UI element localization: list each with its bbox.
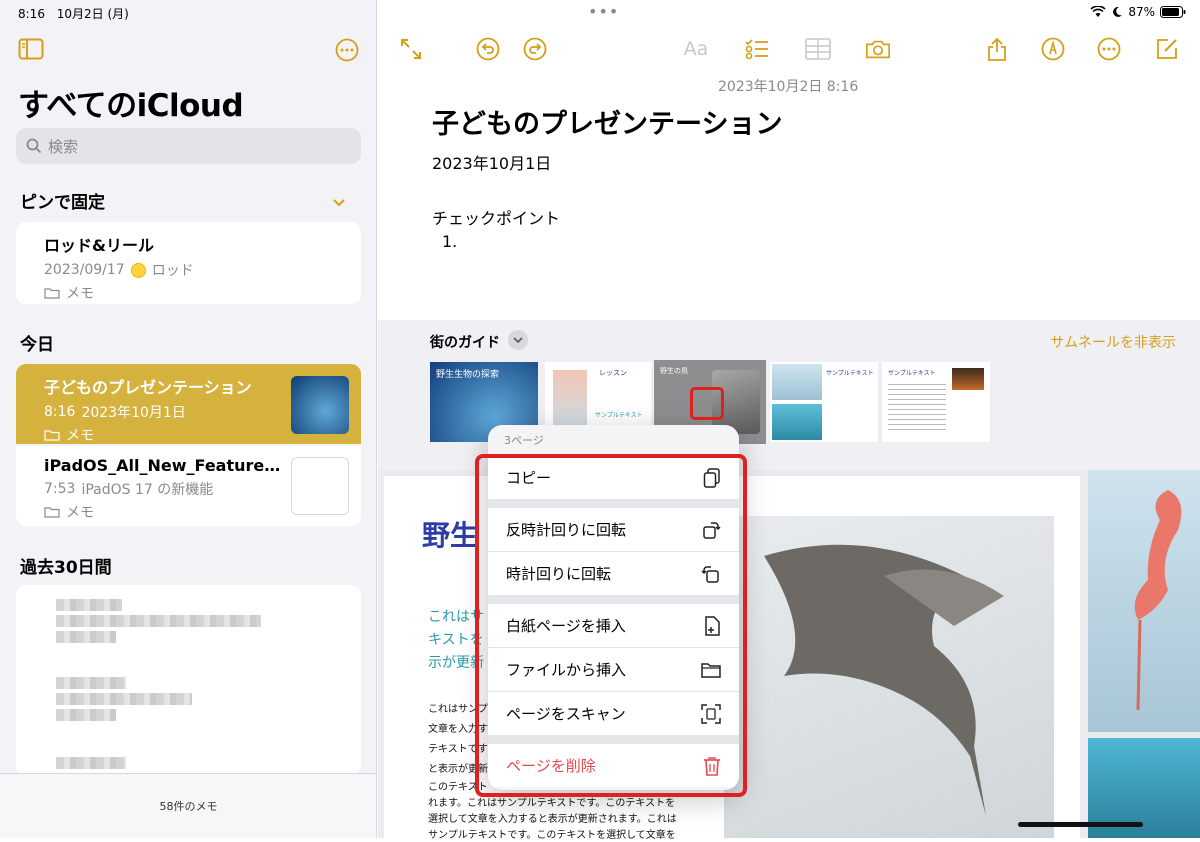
camera-icon[interactable] — [865, 36, 891, 62]
note-count: 58件のメモ — [159, 800, 218, 813]
note-thumbnail — [291, 376, 349, 434]
pinned-section-heading: ピンで固定 — [20, 193, 105, 213]
note-meta: 7:53 iPadOS 17 の新機能 — [44, 479, 333, 499]
note-count-footer: 58件のメモ — [0, 773, 376, 838]
pdf-page-thumb-4[interactable]: サンプルテキスト — [770, 362, 878, 442]
sidebar-toggle-icon[interactable] — [18, 38, 44, 60]
table-icon[interactable] — [805, 36, 831, 62]
search-icon — [26, 138, 42, 154]
note-body-date[interactable]: 2023年10月1日 — [432, 150, 551, 174]
search-placeholder: 検索 — [48, 137, 79, 156]
folder-name: メモ — [66, 286, 94, 302]
note-meta: 2023/09/17 ロッド — [44, 260, 333, 280]
note-preview: iPadOS 17 の新機能 — [81, 482, 214, 498]
pelican-image — [724, 516, 1054, 838]
note-folder: メモ — [44, 502, 333, 522]
battery-percent: 87% — [1128, 5, 1155, 19]
thumb-title: サンプルテキスト — [888, 370, 936, 377]
note-title: iPadOS_All_New_Features... — [44, 456, 284, 475]
tag-dot-icon — [130, 262, 146, 278]
note-row-pinned[interactable]: ロッド&リール 2023/09/17 ロッド メモ — [16, 222, 361, 304]
note-title: ロッド&リール — [44, 236, 154, 255]
search-field[interactable]: 検索 — [16, 128, 361, 164]
status-bar-left: 8:16 10月2日 (月) — [18, 5, 137, 22]
note-body-checkpoint[interactable]: チェックポイント — [432, 205, 560, 229]
thumb-title: レッスン — [599, 369, 627, 377]
doc-text-line: 選択して文章を入力すると表示が更新されます。これは — [428, 814, 677, 825]
moon-icon — [1113, 6, 1123, 17]
hide-thumbnails-button[interactable]: サムネールを非表示 — [1050, 332, 1176, 352]
folder-icon — [44, 430, 60, 441]
note-date: 2023/09/17 — [44, 262, 125, 278]
note-tag: ロッド — [151, 263, 194, 279]
folder-name: メモ — [66, 428, 94, 444]
undo-icon[interactable] — [475, 36, 501, 62]
text-format-icon[interactable]: Aa — [683, 36, 709, 62]
blurred-note — [56, 599, 261, 647]
chevron-down-icon[interactable] — [332, 194, 346, 213]
blurred-note — [56, 757, 126, 773]
more-options-icon[interactable] — [335, 38, 359, 62]
wifi-icon — [1090, 6, 1106, 17]
menu-header: 3ページ — [504, 434, 544, 447]
past30-section-heading: 過去30日間 — [20, 558, 112, 578]
doc-text-line: サンプルテキストです。このテキストを選択して文章を — [428, 830, 676, 841]
sidebar-title: すべてのiCloud — [18, 88, 244, 124]
note-meta: 8:16 2023年10月1日 — [44, 402, 333, 422]
markup-pen-icon[interactable] — [1040, 36, 1066, 62]
blurred-notes-list[interactable] — [16, 585, 361, 775]
home-indicator[interactable] — [1018, 822, 1143, 827]
thumb-caption: サンプルテキスト — [595, 412, 643, 419]
thumb-title: 野生生物の探索 — [436, 370, 500, 380]
note-thumbnail — [291, 457, 349, 515]
status-date: 10月2日 (月) — [56, 7, 129, 21]
thumb-title: 野生の鳥 — [660, 367, 688, 375]
status-time: 8:16 — [18, 7, 45, 21]
pdf-name[interactable]: 街のガイド — [430, 332, 500, 352]
annotation-highlight-thumb — [690, 387, 724, 420]
blurred-note — [56, 677, 192, 725]
note-body-list-item[interactable]: 1. — [442, 232, 457, 251]
checklist-icon[interactable] — [744, 36, 770, 62]
share-icon[interactable] — [984, 36, 1010, 62]
pdf-page-thumb-5[interactable]: サンプルテキスト — [882, 362, 990, 442]
flamingo-image — [1088, 470, 1200, 732]
sidebar: 8:16 10月2日 (月) すべてのiCloud 検索 ピンで固定 ロッド&リ… — [0, 0, 377, 838]
annotation-highlight-menu — [475, 454, 747, 797]
more-options-icon[interactable] — [1096, 36, 1122, 62]
note-folder: メモ — [44, 425, 333, 445]
note-time: 7:53 — [44, 481, 76, 497]
note-timestamp: 2023年10月2日 8:16 — [718, 79, 859, 95]
folder-icon — [44, 288, 60, 299]
folder-name: メモ — [66, 505, 94, 521]
doc-heading: 野生 — [422, 519, 479, 552]
note-time: 8:16 — [44, 404, 76, 420]
multitasking-dots-icon[interactable]: ••• — [588, 2, 619, 21]
today-section-heading: 今日 — [20, 335, 54, 355]
chevron-down-icon[interactable] — [508, 330, 528, 350]
note-body-title[interactable]: 子どものプレゼンテーション — [432, 102, 782, 141]
note-title: 子どものプレゼンテーション — [44, 378, 252, 397]
status-bar-right: 87% — [1090, 5, 1186, 19]
note-row[interactable]: iPadOS_All_New_Features... 7:53 iPadOS 1… — [16, 446, 361, 526]
note-row-selected[interactable]: 子どものプレゼンテーション 8:16 2023年10月1日 メモ — [16, 364, 361, 444]
redo-icon[interactable] — [522, 36, 548, 62]
battery-icon — [1160, 6, 1186, 18]
note-preview: 2023年10月1日 — [81, 405, 186, 421]
note-folder: メモ — [44, 283, 333, 303]
folder-icon — [44, 507, 60, 518]
compose-icon[interactable] — [1154, 36, 1180, 62]
expand-icon[interactable] — [398, 36, 424, 62]
thumb-title: サンプルテキスト — [826, 370, 874, 377]
